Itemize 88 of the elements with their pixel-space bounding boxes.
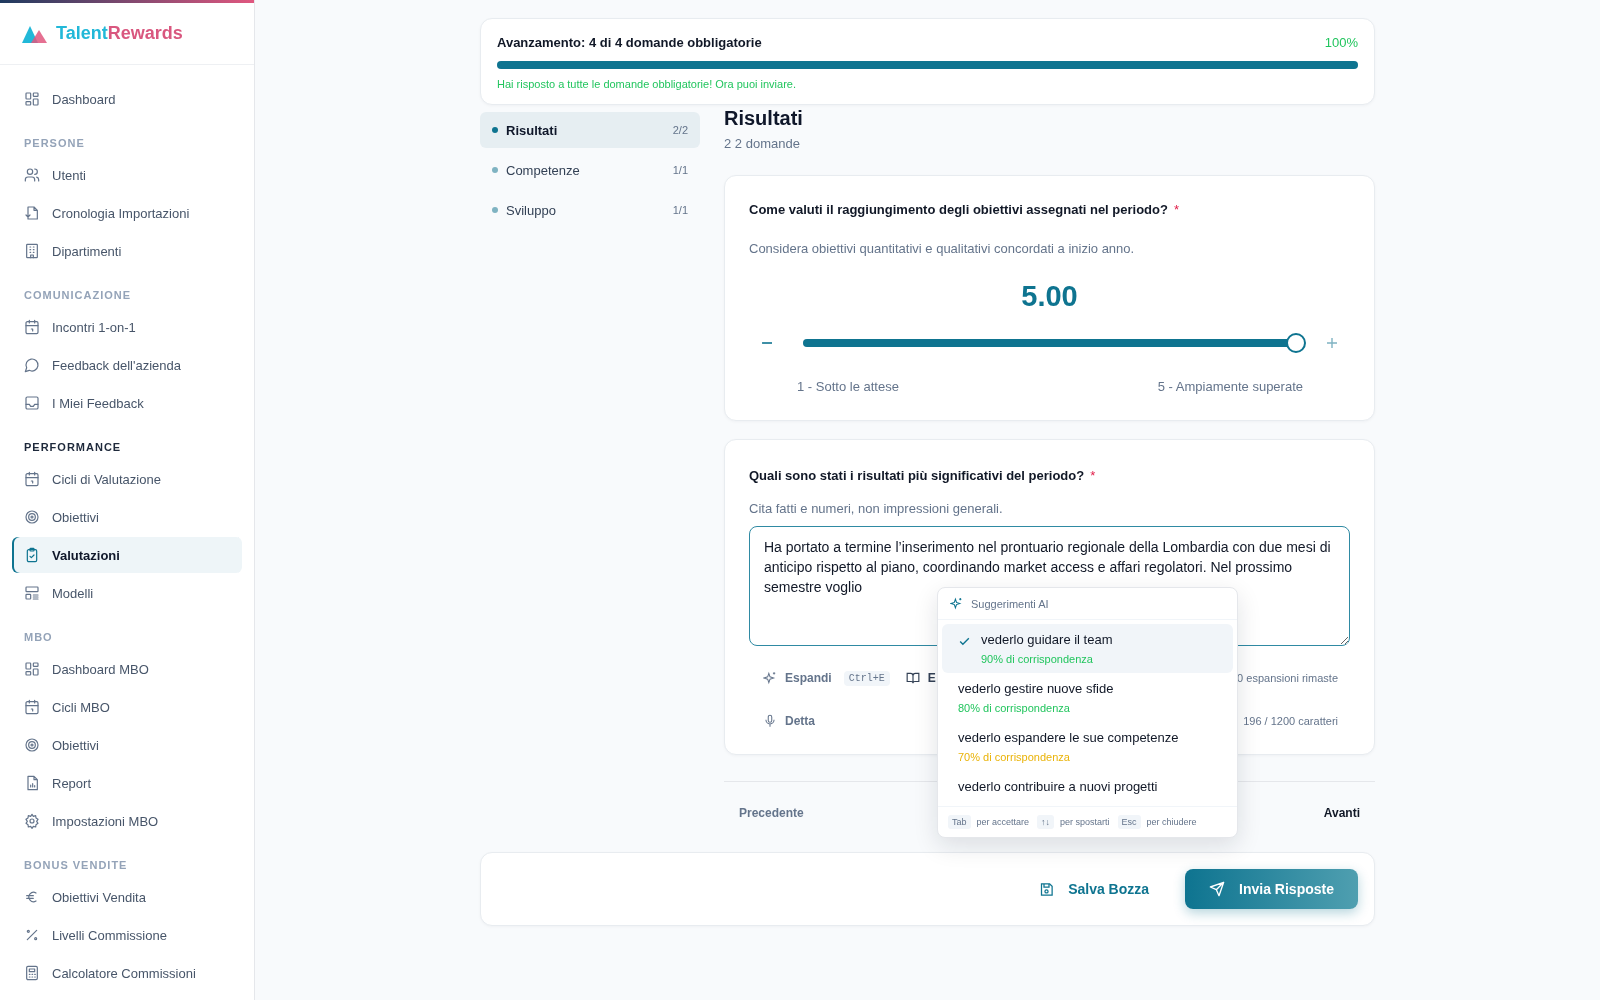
chat-bubble-icon <box>24 357 40 373</box>
suggestion-item[interactable]: vederlo gestire nuove sfide 80% di corrispondenza <box>942 673 1233 722</box>
required-mark: * <box>1173 202 1179 217</box>
sidebar-section-heading: PERSONE <box>23 136 86 151</box>
key-hint-text: per chiudere <box>1146 817 1197 827</box>
inbox-icon <box>24 395 40 411</box>
target-icon <box>24 509 40 525</box>
book-icon <box>905 671 920 685</box>
next-button[interactable]: Avanti <box>1323 806 1360 820</box>
key-hint: ↑↓ <box>1037 815 1055 829</box>
suggestion-item[interactable]: vederlo guidare il team 90% di corrispondenza <box>942 624 1233 673</box>
sidebar-item[interactable]: Obiettivi <box>12 499 242 535</box>
previous-button[interactable]: Precedente <box>739 806 804 820</box>
progress-message: Hai risposto a tutte le domande obbligatorie! Ora puoi inviare. <box>497 78 797 90</box>
question-text: Quali sono stati i risultati più significativi del periodo? <box>749 468 1085 483</box>
building-icon <box>24 243 40 259</box>
chart-document-icon <box>24 775 40 791</box>
sidebar-item[interactable]: Calcolatore Commissioni <box>12 955 242 991</box>
key-hint-text: per accettare <box>976 817 1030 827</box>
calendar-icon <box>24 471 40 487</box>
sidebar-item[interactable]: Dipartimenti <box>12 233 242 269</box>
sparkle-icon <box>763 671 777 685</box>
sidebar-item[interactable]: Report <box>12 765 242 801</box>
suggestion-item[interactable]: vederlo contribuire a nuovi progetti <box>942 771 1233 802</box>
sidebar-item[interactable]: Cicli di Valutazione <box>12 461 242 497</box>
key-hint: Esc <box>1117 815 1141 829</box>
sidebar-item[interactable]: Utenti <box>12 157 242 193</box>
microphone-icon <box>763 714 777 728</box>
sidebar-section-heading: BONUS VENDITE <box>23 858 129 873</box>
shortcut-key: Ctrl+E <box>843 670 890 686</box>
sidebar-item[interactable]: Livelli Commissione <box>12 917 242 953</box>
sidebar-section-heading: PERFORMANCE <box>23 440 123 455</box>
sidebar-item[interactable]: Obiettivi Vendita <box>12 879 242 915</box>
settings-icon <box>24 813 40 829</box>
question-hint: Considera obiettivi quantitativi e qualitativi concordati a inizio anno. <box>749 241 1136 256</box>
section-subtitle: 2 2 domande <box>724 136 801 151</box>
percent-icon <box>24 927 40 943</box>
slider-thumb[interactable] <box>1286 333 1306 353</box>
grid-icon <box>24 661 40 677</box>
sidebar-item[interactable]: Cicli MBO <box>12 689 242 725</box>
key-hint: Tab <box>948 815 971 829</box>
rating-value: 5.00 <box>1020 280 1079 313</box>
sidebar-section-heading: COMUNICAZIONE <box>23 288 133 303</box>
section-tab[interactable]: Sviluppo 1/1 <box>480 192 700 228</box>
sidebar-item[interactable]: Dashboard MBO <box>12 651 242 687</box>
document-icon <box>24 205 40 221</box>
target-icon <box>24 737 40 753</box>
calculator-icon <box>24 965 40 981</box>
scale-min-label: 1 - Sotto le attese <box>797 379 899 394</box>
required-mark: * <box>1090 468 1096 483</box>
save-draft-button[interactable]: Salva Bozza <box>1033 880 1156 898</box>
sparkle-icon <box>950 597 963 610</box>
section-tab[interactable]: Competenze 1/1 <box>480 152 700 188</box>
send-icon <box>1209 881 1226 897</box>
calendar-icon <box>24 699 40 715</box>
layout-icon <box>24 585 40 601</box>
submit-button[interactable]: Invia Risposte <box>1185 869 1358 909</box>
section-title: Risultati <box>724 107 804 130</box>
key-hint-text: per spostarti <box>1060 817 1110 827</box>
decrease-icon[interactable] <box>761 341 773 345</box>
expand-button[interactable]: Espandi <box>761 667 834 689</box>
sidebar-item[interactable]: Modelli <box>12 575 242 611</box>
question-text: Come valuti il raggiungimento degli obiettivi assegnati nel periodo? <box>749 202 1168 217</box>
sidebar-item[interactable]: Obiettivi <box>12 727 242 763</box>
dictate-button[interactable]: Detta <box>761 710 817 732</box>
grid-icon <box>24 91 40 107</box>
character-count: 196 / 1200 caratteri <box>1243 715 1338 727</box>
tool-button[interactable]: E <box>903 667 938 689</box>
sidebar-item[interactable]: Valutazioni <box>12 537 242 573</box>
sidebar-item[interactable]: Impostazioni MBO <box>12 803 242 839</box>
sidebar-item[interactable]: Incontri 1-on-1 <box>12 309 242 345</box>
sidebar-item[interactable]: Cronologia Importazioni <box>12 195 242 231</box>
progress-percent: 100% <box>1324 35 1358 50</box>
app-logo-text: TalentRewards <box>56 23 183 44</box>
sidebar-item[interactable]: Dashboard <box>12 81 242 117</box>
sidebar-section-heading: MBO <box>23 630 54 645</box>
scale-max-label: 5 - Ampiamente superate <box>1157 379 1303 394</box>
progress-label: Avanzamento: 4 di 4 domande obbligatorie <box>497 35 762 50</box>
check-icon <box>958 635 971 648</box>
question-hint: Cita fatti e numeri, non impressioni generali. <box>749 501 1004 516</box>
calendar-icon <box>24 319 40 335</box>
suggestion-item[interactable]: vederlo espandere le sue competenze 70% di corrispondenza <box>942 722 1233 771</box>
popup-title: Suggerimenti AI <box>971 597 1049 610</box>
sidebar-item[interactable]: Feedback dell'azienda <box>12 347 242 383</box>
section-tab[interactable]: Risultati 2/2 <box>480 112 700 148</box>
sidebar-item[interactable]: I Miei Feedback <box>12 385 242 421</box>
people-icon <box>24 167 40 183</box>
clipboard-check-icon <box>24 547 40 563</box>
